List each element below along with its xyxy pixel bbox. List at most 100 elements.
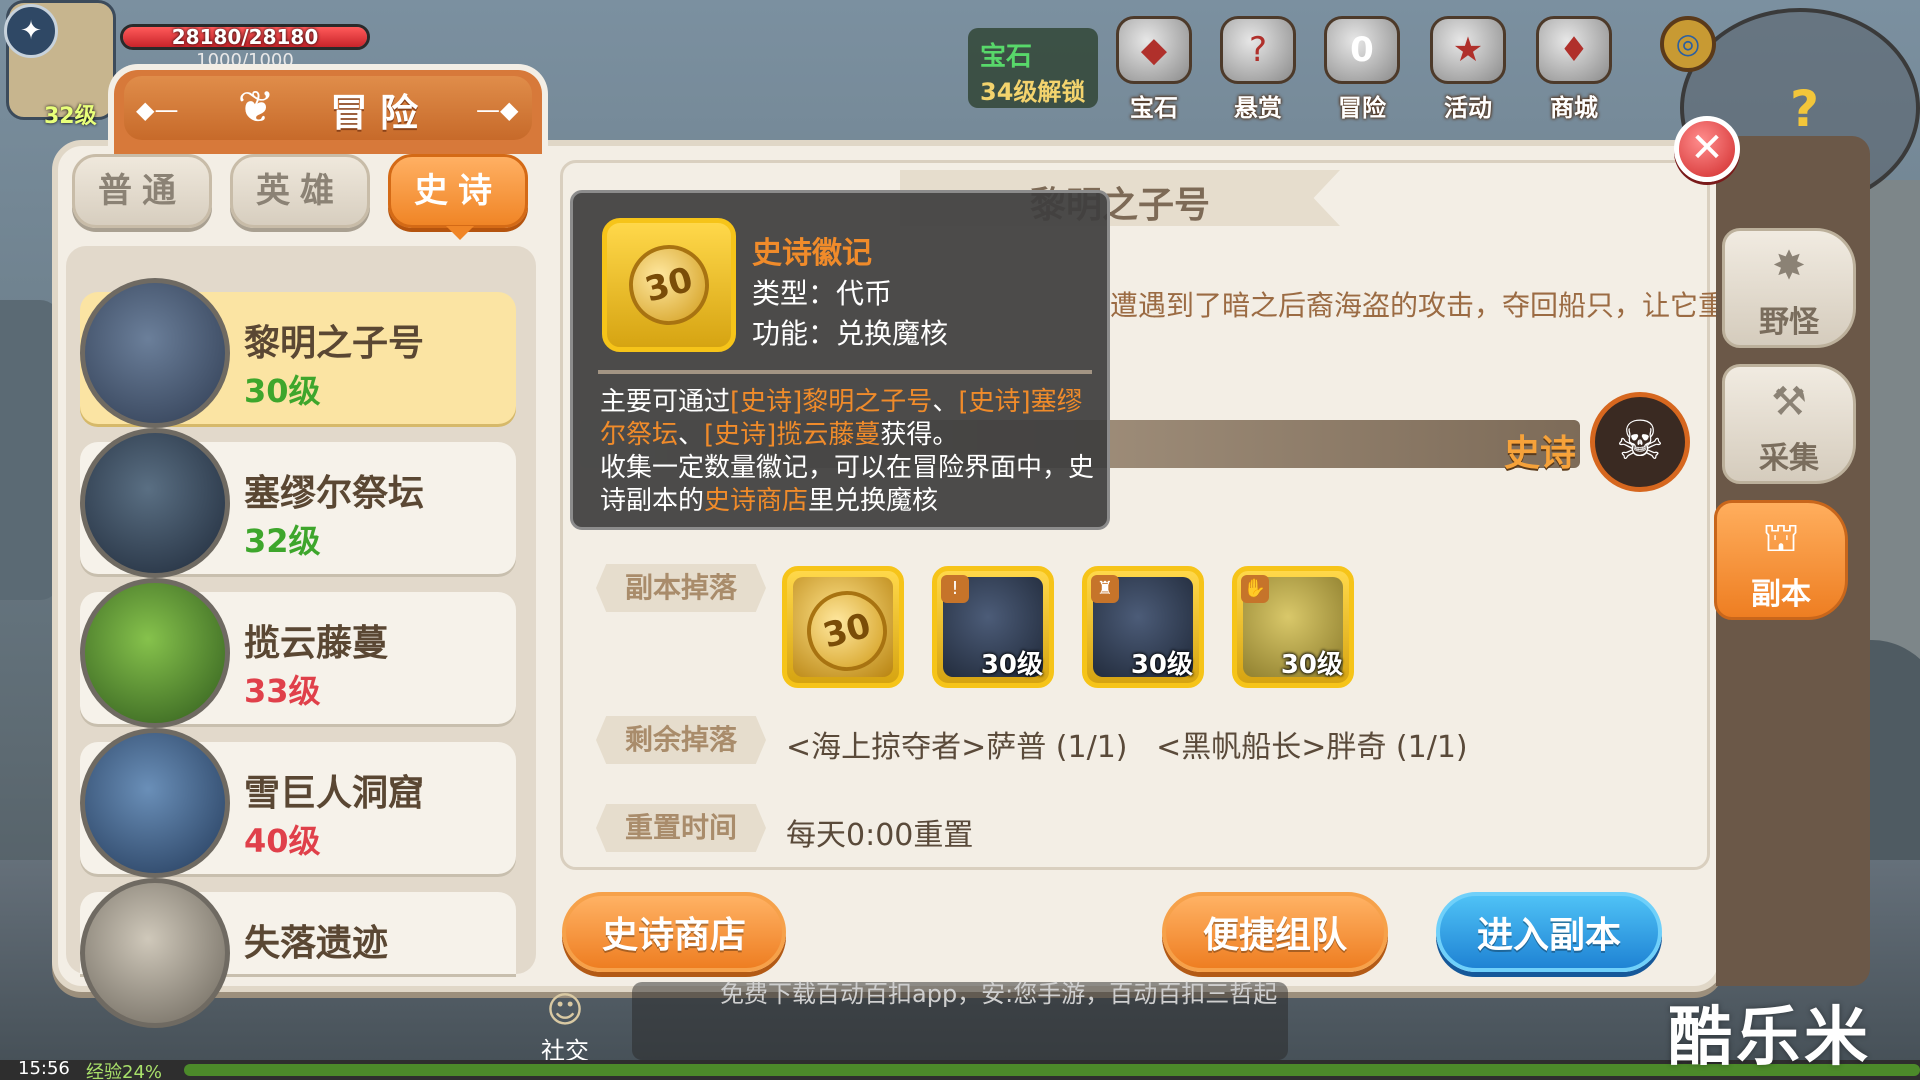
dungeon-item-samuel-altar[interactable]: 塞缪尔祭坛 32级 xyxy=(80,428,516,578)
quick-team-button[interactable]: 便捷组队 xyxy=(1162,892,1388,972)
pickaxe-icon: ⚒ xyxy=(1771,379,1807,425)
tooltip-desc-text: 里兑换魔核 xyxy=(808,486,939,516)
stone-boss-portrait-icon xyxy=(80,878,230,1028)
difficulty-label: 史诗 xyxy=(1504,433,1577,474)
dungeon-name: 塞缪尔祭坛 xyxy=(244,473,425,514)
topmenu-bounty-button[interactable]: ? 悬赏 xyxy=(1210,12,1306,122)
dragon-boss-portrait-icon xyxy=(80,428,230,578)
adventure-icon: 0 xyxy=(1324,16,1400,84)
drop-item-shark-pet[interactable]: ✋ 30级 xyxy=(1232,566,1354,688)
gem-lock-title: 宝石 xyxy=(980,42,1033,72)
topmenu-adventure-button[interactable]: 0 冒险 xyxy=(1314,12,1410,122)
drop-item-epic-badge[interactable]: 30 xyxy=(782,566,904,688)
watermark: 酷乐米 xyxy=(1668,1001,1872,1075)
side-tab-monster[interactable]: ✸ 野怪 xyxy=(1722,228,1856,348)
side-tab-dungeon[interactable]: ⛫ 副本 xyxy=(1714,500,1848,620)
topmenu-label: 悬赏 xyxy=(1234,94,1282,122)
tab-epic[interactable]: 史诗 xyxy=(388,154,528,228)
dungeon-level: 40级 xyxy=(244,822,321,860)
tooltip-item-function: 功能：兑换魔核 xyxy=(752,317,949,350)
reset-time-value: 每天0:00重置 xyxy=(786,818,974,853)
plant-boss-portrait-icon xyxy=(80,578,230,728)
epic-shop-button[interactable]: 史诗商店 xyxy=(562,892,786,972)
social-button[interactable]: ☺ 社交 xyxy=(520,990,610,1066)
pet-type-icon: ✋ xyxy=(1241,575,1269,603)
topmenu-label: 冒险 xyxy=(1338,94,1386,122)
weapon-type-icon: ! xyxy=(941,575,969,603)
topmenu-label: 活动 xyxy=(1444,94,1492,122)
epic-badge-icon: 30 xyxy=(602,218,736,352)
ornament-icon: —◆ xyxy=(476,96,519,124)
dungeon-item-dawn-son[interactable]: 黎明之子号 30级 xyxy=(80,278,516,428)
dungeon-description: 遭遇到了暗之后裔海盗的攻击，夺回船只，让它重新起航 xyxy=(1110,289,1811,322)
topmenu-gem-button[interactable]: ◆ 宝石 xyxy=(1106,12,1202,122)
tab-hero[interactable]: 英雄 xyxy=(230,154,370,228)
topmenu-shop-button[interactable]: ♦ 商城 xyxy=(1526,12,1622,122)
drop-item-pirate-hat[interactable]: ! 30级 xyxy=(932,566,1054,688)
tooltip-item-type: 类型：代币 xyxy=(752,277,893,310)
remaining-drops-label: 剩余掉落 xyxy=(596,716,766,764)
dungeon-item-cloud-vine[interactable]: 揽云藤蔓 33级 xyxy=(80,578,516,728)
tooltip-desc-text: 主要可通过 xyxy=(600,387,731,417)
drop-level: 30级 xyxy=(1280,650,1343,680)
panel-title: 冒险 xyxy=(330,91,431,135)
dungeon-name: 失落遗迹 xyxy=(244,923,389,964)
player-level: 32级 xyxy=(44,104,97,129)
topmenu-label: 商城 xyxy=(1550,94,1598,122)
class-badge-icon: ✦ xyxy=(4,4,58,58)
gem-icon: ◆ xyxy=(1116,16,1192,84)
skull-icon: ☠ xyxy=(1590,392,1690,492)
coin-face: 30 xyxy=(798,582,896,680)
dungeon-item-snow-giant-cave[interactable]: 雪巨人洞窟 40级 xyxy=(80,728,516,878)
tooltip-desc-link: [史诗]揽云藤蔓 xyxy=(704,420,881,450)
drop-level: 30级 xyxy=(1130,650,1193,680)
side-tab-label: 采集 xyxy=(1759,441,1819,476)
side-tab-label: 副本 xyxy=(1751,577,1811,612)
close-button[interactable]: ✕ xyxy=(1674,116,1740,182)
tooltip-desc-link: 史诗商店 xyxy=(704,486,809,516)
tooltip-description: 主要可通过[史诗]黎明之子号、[史诗]塞缪尔祭坛、[史诗]揽云藤蔓获得。 收集一定… xyxy=(600,386,1096,518)
tooltip-divider xyxy=(598,370,1092,374)
adventure-wing-icon: ❦ xyxy=(237,82,275,133)
exp-bar-fill xyxy=(184,1064,1920,1076)
drop-item-pirate-hat-armor[interactable]: ♜ 30级 xyxy=(1082,566,1204,688)
bounty-icon: ? xyxy=(1220,16,1296,84)
dungeon-level: 30级 xyxy=(244,372,321,410)
tab-normal[interactable]: 普通 xyxy=(72,154,212,228)
minimap-quest-icon: ? xyxy=(1790,80,1820,138)
topmenu-label: 宝石 xyxy=(1130,94,1178,122)
pirate-boss-portrait-icon xyxy=(80,278,230,428)
giant-boss-portrait-icon xyxy=(80,728,230,878)
tooltip-item-name: 史诗徽记 xyxy=(752,236,872,271)
dungeon-icon: ⛫ xyxy=(1762,515,1800,561)
topmenu-event-button[interactable]: ★ 活动 xyxy=(1420,12,1516,122)
dungeon-level: 32级 xyxy=(244,522,321,560)
social-icon: ☺ xyxy=(546,990,584,1031)
armor-type-icon: ♜ xyxy=(1091,575,1119,603)
side-tab-gather[interactable]: ⚒ 采集 xyxy=(1722,364,1856,484)
shop-icon: ♦ xyxy=(1536,16,1612,84)
tooltip-desc-text: 、 xyxy=(932,387,959,417)
remaining-drops-value: <海上掠夺者>萨普 (1/1) <黑帆船长>胖奇 (1/1) xyxy=(786,730,1468,765)
dungeon-level: 33级 xyxy=(244,672,321,710)
tooltip-desc-text: 、 xyxy=(678,420,705,450)
gem-lock-subtitle: 34级解锁 xyxy=(980,78,1086,106)
event-icon: ★ xyxy=(1430,16,1506,84)
reset-time-label: 重置时间 xyxy=(596,804,766,852)
dungeon-name: 雪巨人洞窟 xyxy=(244,773,425,814)
panel-title-bar xyxy=(124,76,532,140)
tooltip-desc-text: 获得。 xyxy=(880,420,959,450)
monster-icon: ✸ xyxy=(1772,243,1806,289)
hp-text: 28180/28180 xyxy=(171,25,319,49)
coin-icon: 30 xyxy=(793,577,896,680)
dungeon-name: 黎明之子号 xyxy=(244,323,425,364)
exp-text: 经验24% xyxy=(86,1062,163,1080)
chat-message: 免费下载百动百扣app，安:您手游，百动百扣三哲起 xyxy=(720,980,1278,1008)
enter-dungeon-button[interactable]: 进入副本 xyxy=(1436,892,1662,972)
side-tab-label: 野怪 xyxy=(1759,305,1819,340)
dungeon-item-lost-ruins[interactable]: 失落遗迹 xyxy=(80,878,516,1028)
coin-face: 30 xyxy=(620,236,718,334)
compass-icon[interactable]: ◎ xyxy=(1660,16,1716,72)
ornament-icon: ◆— xyxy=(136,96,179,124)
drops-label: 副本掉落 xyxy=(596,564,766,612)
